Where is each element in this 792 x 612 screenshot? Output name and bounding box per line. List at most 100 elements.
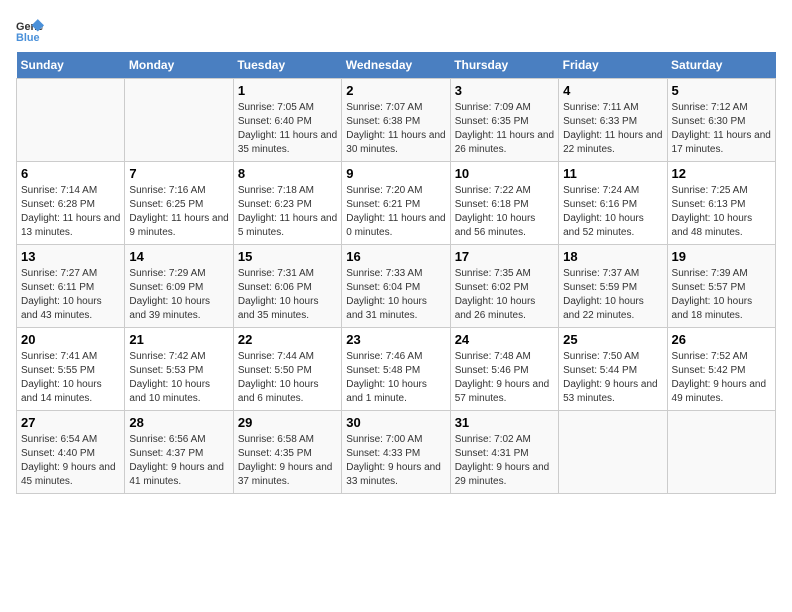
header-monday: Monday xyxy=(125,52,233,79)
calendar-header-row: SundayMondayTuesdayWednesdayThursdayFrid… xyxy=(17,52,776,79)
day-number: 20 xyxy=(21,332,120,347)
day-number: 1 xyxy=(238,83,337,98)
day-number: 24 xyxy=(455,332,554,347)
page-header: General Blue xyxy=(16,16,776,44)
day-info: Sunrise: 7:41 AMSunset: 5:55 PMDaylight:… xyxy=(21,350,120,406)
day-info: Sunrise: 7:12 AMSunset: 6:30 PMDaylight:… xyxy=(672,101,771,157)
calendar-cell: 4 Sunrise: 7:11 AMSunset: 6:33 PMDaylight… xyxy=(559,79,667,162)
day-number: 22 xyxy=(238,332,337,347)
calendar-cell: 11 Sunrise: 7:24 AMSunset: 6:16 PMDayligh… xyxy=(559,162,667,245)
calendar-cell: 23 Sunrise: 7:46 AMSunset: 5:48 PMDayligh… xyxy=(342,328,450,411)
calendar-table: SundayMondayTuesdayWednesdayThursdayFrid… xyxy=(16,52,776,494)
header-friday: Friday xyxy=(559,52,667,79)
day-info: Sunrise: 7:50 AMSunset: 5:44 PMDaylight:… xyxy=(563,350,662,406)
calendar-week-2: 6 Sunrise: 7:14 AMSunset: 6:28 PMDaylight… xyxy=(17,162,776,245)
calendar-week-1: 1 Sunrise: 7:05 AMSunset: 6:40 PMDaylight… xyxy=(17,79,776,162)
day-info: Sunrise: 7:29 AMSunset: 6:09 PMDaylight:… xyxy=(129,267,228,323)
calendar-cell: 29 Sunrise: 6:58 AMSunset: 4:35 PMDayligh… xyxy=(233,411,341,494)
day-number: 23 xyxy=(346,332,445,347)
day-number: 28 xyxy=(129,415,228,430)
calendar-cell: 10Sunrise: 7:22 AMSunset: 6:18 PMDayligh… xyxy=(450,162,558,245)
day-info: Sunrise: 7:42 AMSunset: 5:53 PMDaylight:… xyxy=(129,350,228,406)
day-number: 26 xyxy=(672,332,771,347)
calendar-cell: 27Sunrise: 6:54 AMSunset: 4:40 PMDayligh… xyxy=(17,411,125,494)
day-info: Sunrise: 7:16 AMSunset: 6:25 PMDaylight:… xyxy=(129,184,228,240)
calendar-week-5: 27Sunrise: 6:54 AMSunset: 4:40 PMDayligh… xyxy=(17,411,776,494)
day-number: 14 xyxy=(129,249,228,264)
day-info: Sunrise: 7:33 AMSunset: 6:04 PMDaylight:… xyxy=(346,267,445,323)
day-number: 7 xyxy=(129,166,228,181)
svg-text:Blue: Blue xyxy=(16,32,40,44)
day-info: Sunrise: 7:35 AMSunset: 6:02 PMDaylight:… xyxy=(455,267,554,323)
day-number: 12 xyxy=(672,166,771,181)
calendar-cell: 30 Sunrise: 7:00 AMSunset: 4:33 PMDayligh… xyxy=(342,411,450,494)
day-info: Sunrise: 7:37 AMSunset: 5:59 PMDaylight:… xyxy=(563,267,662,323)
day-info: Sunrise: 7:14 AMSunset: 6:28 PMDaylight:… xyxy=(21,184,120,240)
day-number: 21 xyxy=(129,332,228,347)
day-number: 4 xyxy=(563,83,662,98)
calendar-cell: 15Sunrise: 7:31 AMSunset: 6:06 PMDayligh… xyxy=(233,245,341,328)
calendar-cell: 24 Sunrise: 7:48 AMSunset: 5:46 PMDayligh… xyxy=(450,328,558,411)
day-info: Sunrise: 7:20 AMSunset: 6:21 PMDaylight:… xyxy=(346,184,445,240)
day-info: Sunrise: 6:58 AMSunset: 4:35 PMDaylight:… xyxy=(238,433,337,489)
calendar-cell: 16 Sunrise: 7:33 AMSunset: 6:04 PMDayligh… xyxy=(342,245,450,328)
day-info: Sunrise: 7:25 AMSunset: 6:13 PMDaylight:… xyxy=(672,184,771,240)
calendar-cell: 19Sunrise: 7:39 AMSunset: 5:57 PMDayligh… xyxy=(667,245,775,328)
day-number: 6 xyxy=(21,166,120,181)
day-number: 11 xyxy=(563,166,662,181)
logo-icon: General Blue xyxy=(16,16,44,44)
day-info: Sunrise: 7:46 AMSunset: 5:48 PMDaylight:… xyxy=(346,350,445,406)
calendar-cell xyxy=(125,79,233,162)
calendar-cell: 14 Sunrise: 7:29 AMSunset: 6:09 PMDayligh… xyxy=(125,245,233,328)
day-info: Sunrise: 7:22 AMSunset: 6:18 PMDaylight:… xyxy=(455,184,554,240)
day-info: Sunrise: 7:52 AMSunset: 5:42 PMDaylight:… xyxy=(672,350,771,406)
calendar-cell: 26 Sunrise: 7:52 AMSunset: 5:42 PMDayligh… xyxy=(667,328,775,411)
calendar-cell: 7 Sunrise: 7:16 AMSunset: 6:25 PMDaylight… xyxy=(125,162,233,245)
day-number: 13 xyxy=(21,249,120,264)
calendar-cell xyxy=(667,411,775,494)
calendar-cell xyxy=(559,411,667,494)
day-number: 31 xyxy=(455,415,554,430)
calendar-cell: 17 Sunrise: 7:35 AMSunset: 6:02 PMDayligh… xyxy=(450,245,558,328)
calendar-cell: 20 Sunrise: 7:41 AMSunset: 5:55 PMDayligh… xyxy=(17,328,125,411)
header-thursday: Thursday xyxy=(450,52,558,79)
day-number: 8 xyxy=(238,166,337,181)
day-number: 19 xyxy=(672,249,771,264)
day-number: 17 xyxy=(455,249,554,264)
calendar-cell xyxy=(17,79,125,162)
day-number: 27 xyxy=(21,415,120,430)
day-info: Sunrise: 6:56 AMSunset: 4:37 PMDaylight:… xyxy=(129,433,228,489)
day-number: 18 xyxy=(563,249,662,264)
day-info: Sunrise: 7:18 AMSunset: 6:23 PMDaylight:… xyxy=(238,184,337,240)
day-info: Sunrise: 7:05 AMSunset: 6:40 PMDaylight:… xyxy=(238,101,337,157)
day-number: 29 xyxy=(238,415,337,430)
calendar-cell: 31 Sunrise: 7:02 AMSunset: 4:31 PMDayligh… xyxy=(450,411,558,494)
calendar-cell: 9 Sunrise: 7:20 AMSunset: 6:21 PMDaylight… xyxy=(342,162,450,245)
calendar-cell: 28 Sunrise: 6:56 AMSunset: 4:37 PMDayligh… xyxy=(125,411,233,494)
calendar-cell: 6 Sunrise: 7:14 AMSunset: 6:28 PMDaylight… xyxy=(17,162,125,245)
day-number: 3 xyxy=(455,83,554,98)
calendar-cell: 25Sunrise: 7:50 AMSunset: 5:44 PMDayligh… xyxy=(559,328,667,411)
calendar-cell: 3 Sunrise: 7:09 AMSunset: 6:35 PMDaylight… xyxy=(450,79,558,162)
calendar-week-4: 20 Sunrise: 7:41 AMSunset: 5:55 PMDayligh… xyxy=(17,328,776,411)
calendar-cell: 21 Sunrise: 7:42 AMSunset: 5:53 PMDayligh… xyxy=(125,328,233,411)
header-tuesday: Tuesday xyxy=(233,52,341,79)
day-info: Sunrise: 7:11 AMSunset: 6:33 PMDaylight:… xyxy=(563,101,662,157)
calendar-cell: 8 Sunrise: 7:18 AMSunset: 6:23 PMDaylight… xyxy=(233,162,341,245)
day-info: Sunrise: 7:09 AMSunset: 6:35 PMDaylight:… xyxy=(455,101,554,157)
day-info: Sunrise: 7:00 AMSunset: 4:33 PMDaylight:… xyxy=(346,433,445,489)
day-info: Sunrise: 7:27 AMSunset: 6:11 PMDaylight:… xyxy=(21,267,120,323)
day-number: 9 xyxy=(346,166,445,181)
day-info: Sunrise: 7:44 AMSunset: 5:50 PMDaylight:… xyxy=(238,350,337,406)
day-info: Sunrise: 7:07 AMSunset: 6:38 PMDaylight:… xyxy=(346,101,445,157)
day-info: Sunrise: 7:24 AMSunset: 6:16 PMDaylight:… xyxy=(563,184,662,240)
day-info: Sunrise: 7:48 AMSunset: 5:46 PMDaylight:… xyxy=(455,350,554,406)
calendar-cell: 1 Sunrise: 7:05 AMSunset: 6:40 PMDaylight… xyxy=(233,79,341,162)
header-sunday: Sunday xyxy=(17,52,125,79)
calendar-cell: 2Sunrise: 7:07 AMSunset: 6:38 PMDaylight… xyxy=(342,79,450,162)
day-info: Sunrise: 7:02 AMSunset: 4:31 PMDaylight:… xyxy=(455,433,554,489)
day-number: 16 xyxy=(346,249,445,264)
day-number: 30 xyxy=(346,415,445,430)
day-number: 15 xyxy=(238,249,337,264)
calendar-cell: 22 Sunrise: 7:44 AMSunset: 5:50 PMDayligh… xyxy=(233,328,341,411)
